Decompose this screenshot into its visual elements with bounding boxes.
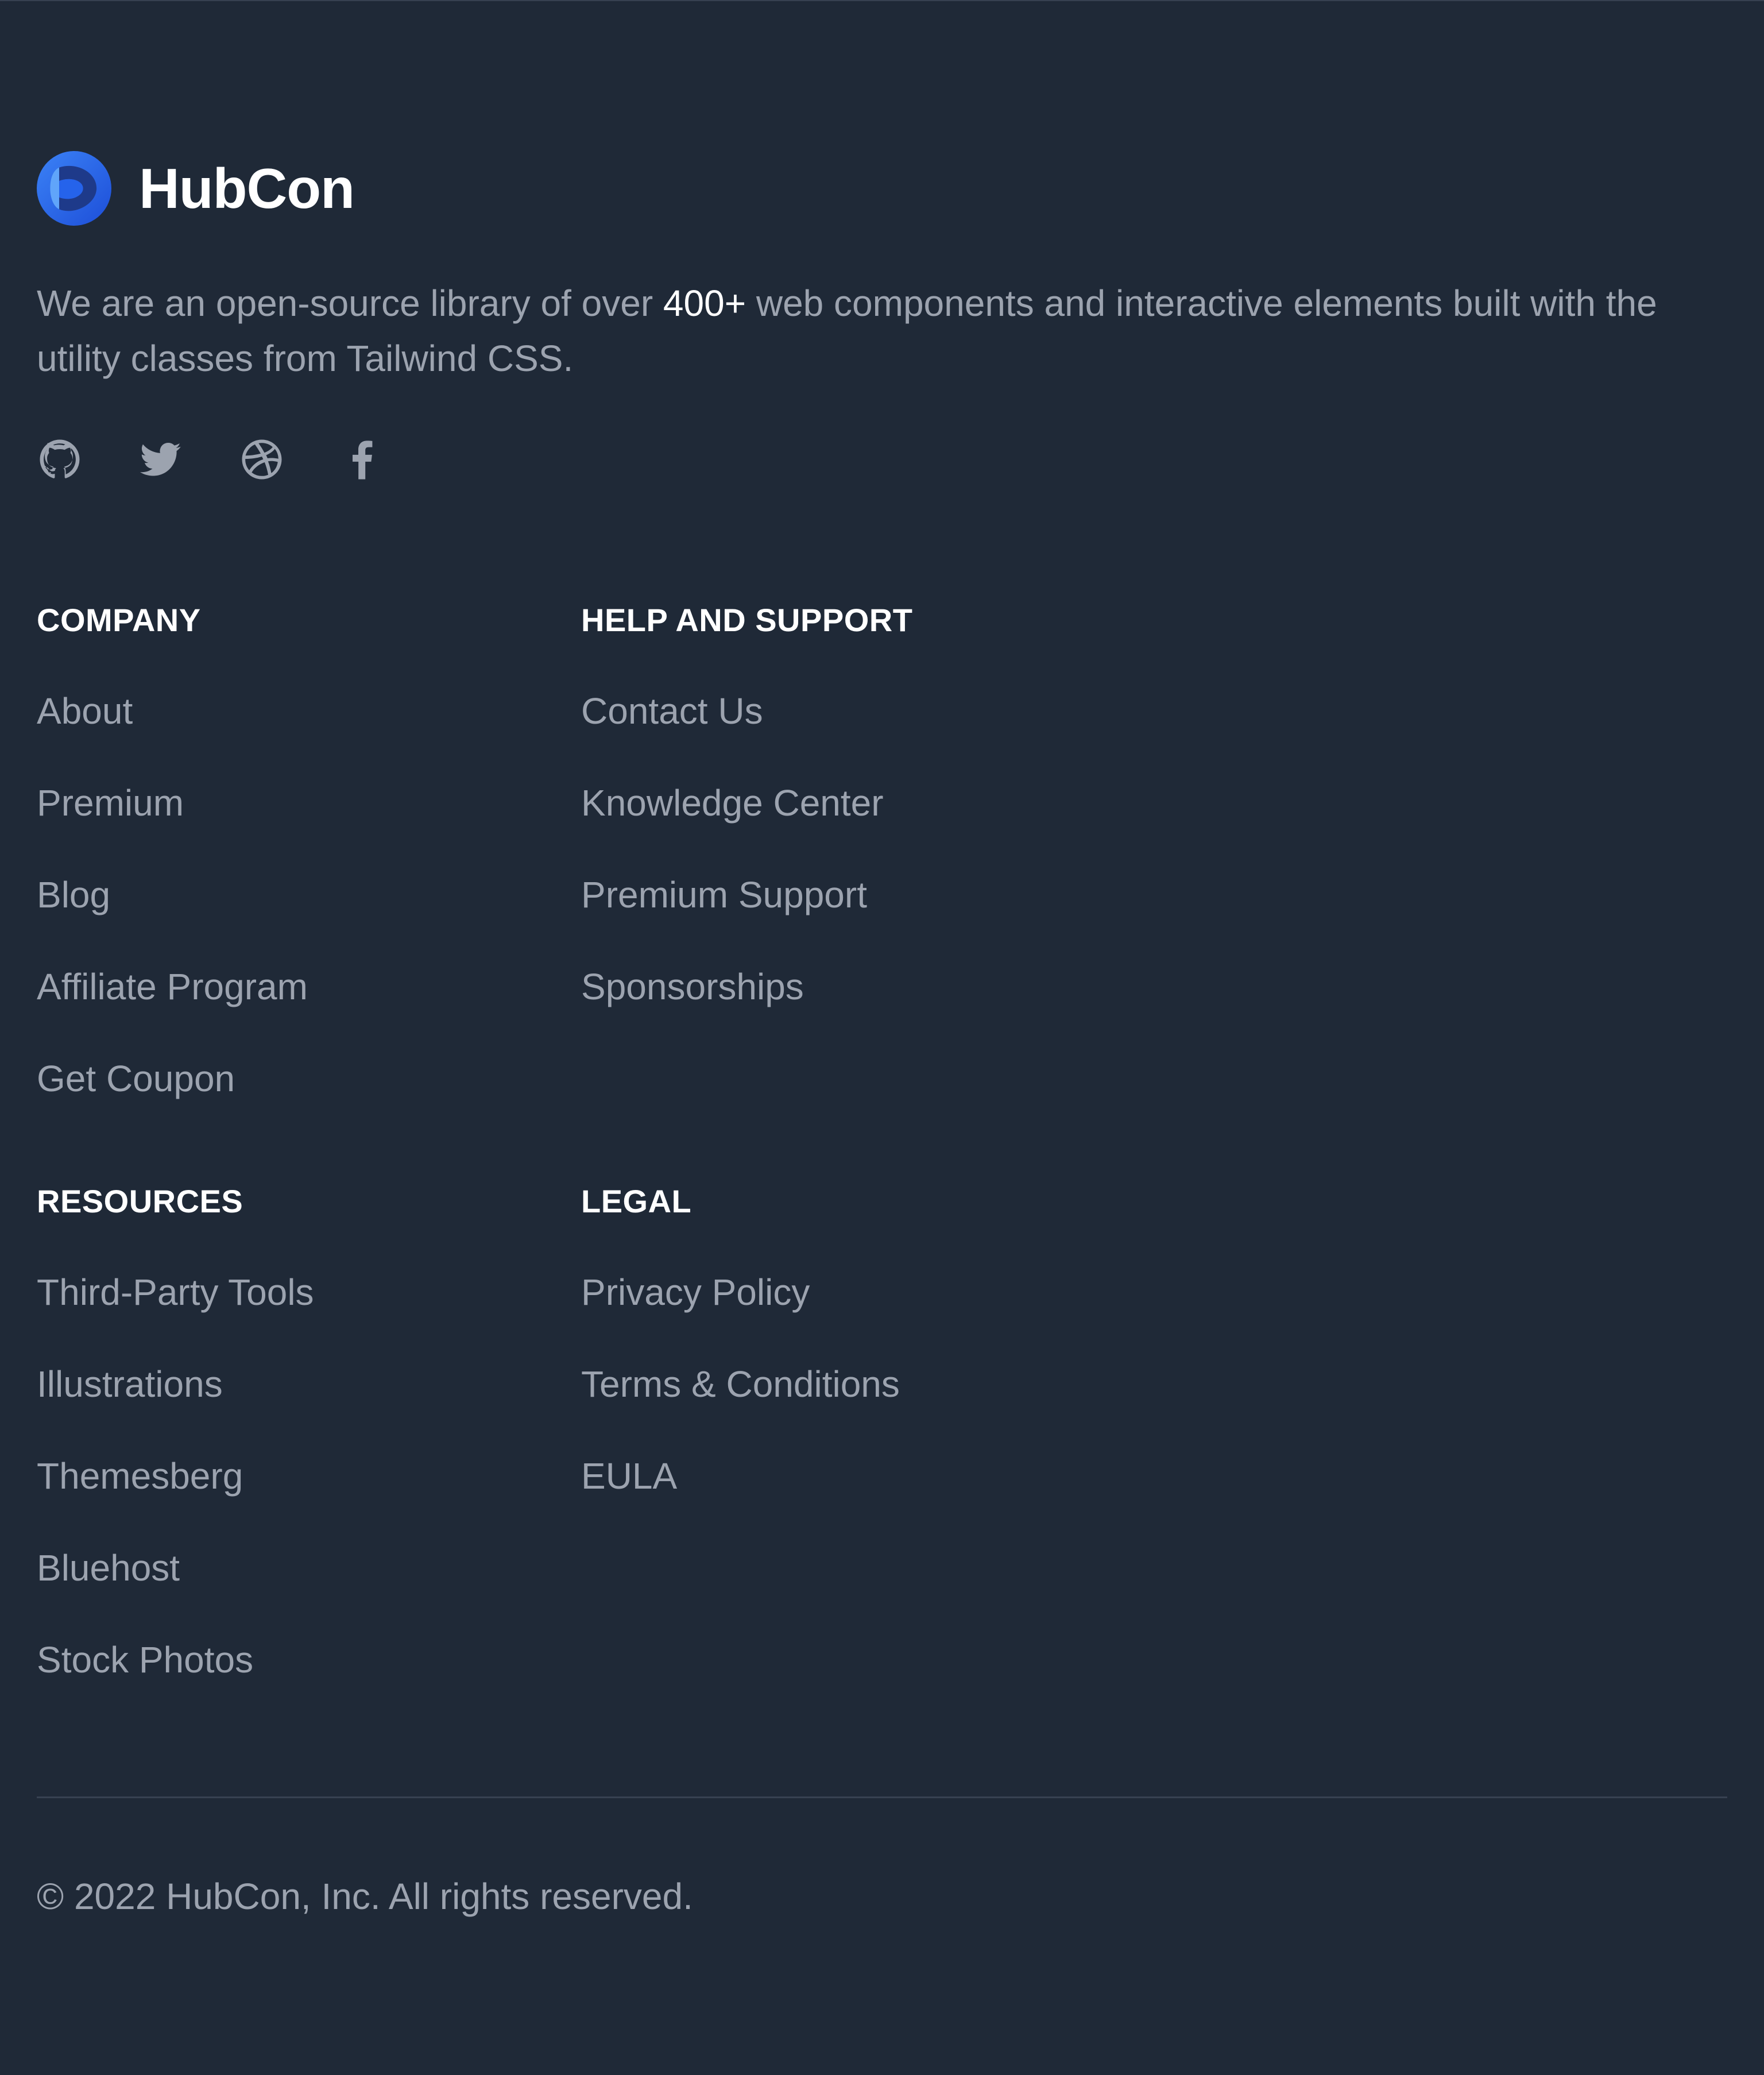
legal-heading: LEGAL [581, 1183, 692, 1219]
legal-section: LEGAL Privacy Policy Terms & Conditions … [581, 1183, 1098, 1495]
resources-link-third-party[interactable]: Third-Party Tools [37, 1274, 314, 1311]
resources-link-bluehost[interactable]: Bluehost [37, 1550, 180, 1586]
company-link-coupon[interactable]: Get Coupon [37, 1060, 235, 1097]
social-links [37, 436, 441, 482]
help-link-sponsorships[interactable]: Sponsorships [581, 968, 804, 1005]
facebook-icon [353, 440, 373, 480]
help-link-contact[interactable]: Contact Us [581, 693, 763, 729]
github-link[interactable] [37, 436, 83, 482]
resources-link-themesberg[interactable]: Themesberg [37, 1458, 243, 1494]
brand[interactable]: HubCon [37, 150, 355, 226]
site-footer: HubCon We are an open-source library of … [37, 0, 1727, 2075]
company-link-premium[interactable]: Premium [37, 785, 184, 821]
help-link-premium-support[interactable]: Premium Support [581, 876, 867, 913]
brand-name: HubCon [139, 157, 355, 220]
footer-divider [37, 1796, 1727, 1798]
company-link-affiliate[interactable]: Affiliate Program [37, 968, 308, 1005]
twitter-link[interactable] [138, 436, 184, 482]
facebook-link[interactable] [340, 436, 386, 482]
company-section: COMPANY About Premium Blog Affiliate Pro… [37, 602, 554, 1098]
resources-link-stock-photos[interactable]: Stock Photos [37, 1641, 253, 1678]
tagline-before: We are an open-source library of over [37, 283, 663, 324]
help-heading: HELP AND SUPPORT [581, 602, 913, 638]
dribbble-link[interactable] [239, 436, 285, 482]
hubcon-logo-icon [37, 151, 111, 226]
company-heading: COMPANY [37, 602, 201, 638]
twitter-icon [140, 442, 181, 476]
resources-heading: RESOURCES [37, 1183, 243, 1219]
company-link-about[interactable]: About [37, 693, 133, 729]
company-link-blog[interactable]: Blog [37, 876, 110, 913]
tagline-highlight: 400+ [663, 283, 746, 324]
resources-link-illustrations[interactable]: Illustrations [37, 1366, 223, 1402]
resources-section: RESOURCES Third-Party Tools Illustration… [37, 1183, 554, 1679]
github-icon [40, 439, 80, 478]
copyright-text: © 2022 HubCon, Inc. All rights reserved. [37, 1876, 693, 1917]
legal-link-terms[interactable]: Terms & Conditions [581, 1366, 900, 1402]
legal-link-eula[interactable]: EULA [581, 1458, 677, 1494]
help-section: HELP AND SUPPORT Contact Us Knowledge Ce… [581, 602, 1098, 1006]
legal-link-privacy[interactable]: Privacy Policy [581, 1274, 810, 1311]
tagline: We are an open-source library of over 40… [37, 276, 1727, 386]
dribbble-icon [242, 439, 282, 480]
help-link-knowledge[interactable]: Knowledge Center [581, 785, 884, 821]
